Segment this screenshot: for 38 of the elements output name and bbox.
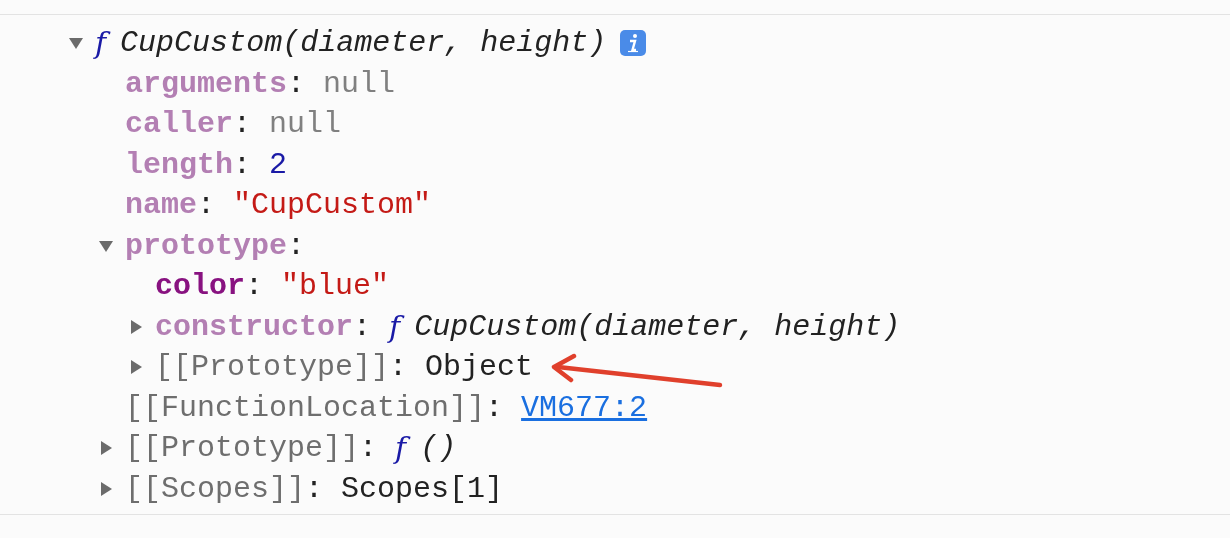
property-key: color	[155, 266, 245, 307]
colon: :	[359, 430, 378, 467]
colon: :	[197, 187, 216, 224]
property-key: name	[125, 185, 197, 226]
property-key: [[Prototype]]	[125, 428, 360, 469]
colon: :	[287, 227, 306, 265]
info-icon[interactable]	[620, 30, 647, 57]
property-key: prototype	[125, 225, 288, 266]
value-text: 2	[269, 146, 288, 184]
function-signature: CupCustom(diameter, height)	[414, 308, 901, 346]
property-key: arguments	[125, 63, 288, 104]
property-key: [[FunctionLocation]]	[125, 387, 486, 428]
colon: :	[287, 65, 306, 103]
colon: :	[353, 308, 372, 346]
colon: :	[233, 146, 252, 184]
colon: :	[305, 470, 324, 508]
expand-triangle-right-icon[interactable]	[128, 318, 144, 335]
value-text: "CupCustom"	[233, 187, 432, 224]
value-text: null	[323, 65, 396, 103]
expand-triangle-right-icon[interactable]	[98, 480, 114, 497]
value-text: Scopes[1]	[341, 470, 504, 508]
function-signature: ()	[420, 430, 457, 467]
value-text: "blue"	[281, 268, 390, 305]
property-key: caller	[125, 104, 234, 145]
colon: :	[389, 349, 408, 386]
colon: :	[485, 389, 504, 427]
colon: :	[245, 268, 264, 305]
expand-triangle-right-icon[interactable]	[128, 359, 144, 376]
source-link[interactable]: VM677:2	[521, 387, 648, 428]
property-key: [[Prototype]]	[155, 347, 390, 388]
value-text: null	[269, 106, 342, 143]
value-text: Object	[425, 349, 534, 386]
property-key: [[Scopes]]	[125, 468, 306, 509]
property-key: constructor	[155, 306, 354, 347]
property-key: length	[125, 144, 234, 185]
colon: :	[233, 106, 252, 143]
expand-triangle-right-icon[interactable]	[98, 440, 114, 457]
function-signature: CupCustom(diameter, height)	[120, 25, 607, 62]
